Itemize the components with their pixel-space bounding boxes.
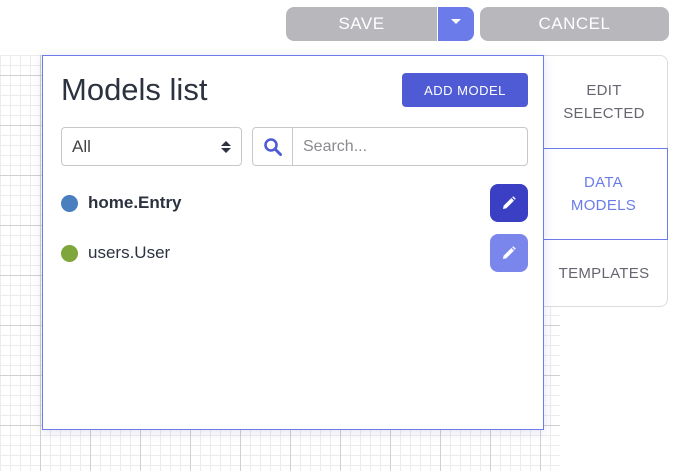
filter-selected-value: All bbox=[72, 136, 91, 156]
save-options-button[interactable] bbox=[438, 7, 474, 41]
pencil-icon bbox=[503, 246, 516, 259]
model-filter-select[interactable]: All bbox=[61, 127, 242, 166]
edit-model-button[interactable] bbox=[490, 234, 528, 272]
search-input[interactable] bbox=[293, 128, 527, 165]
model-name: users.User bbox=[88, 243, 171, 262]
pencil-icon bbox=[503, 196, 516, 209]
search-box bbox=[252, 127, 528, 166]
panel-title: Models list bbox=[61, 72, 208, 107]
sort-arrows-icon bbox=[221, 140, 231, 153]
tab-templates[interactable]: TEMPLATES bbox=[541, 240, 667, 306]
tab-edit-selected[interactable]: EDIT SELECTED bbox=[541, 56, 667, 148]
list-item[interactable]: home.Entry bbox=[61, 184, 528, 222]
list-item[interactable]: users.User bbox=[61, 234, 528, 272]
models-panel: Models list ADD MODEL All home.Entry use… bbox=[42, 55, 544, 430]
model-color-dot bbox=[61, 194, 78, 212]
search-icon[interactable] bbox=[253, 128, 293, 165]
side-tabs: EDIT SELECTED DATA MODELS TEMPLATES bbox=[540, 55, 668, 307]
model-name: home.Entry bbox=[88, 193, 182, 212]
chevron-down-icon bbox=[451, 18, 461, 24]
add-model-button[interactable]: ADD MODEL bbox=[402, 73, 528, 107]
tab-data-models[interactable]: DATA MODELS bbox=[540, 148, 668, 240]
edit-model-button[interactable] bbox=[490, 184, 528, 222]
save-button[interactable]: SAVE bbox=[286, 7, 437, 41]
model-color-dot bbox=[61, 244, 78, 262]
cancel-button[interactable]: CANCEL bbox=[480, 7, 669, 41]
